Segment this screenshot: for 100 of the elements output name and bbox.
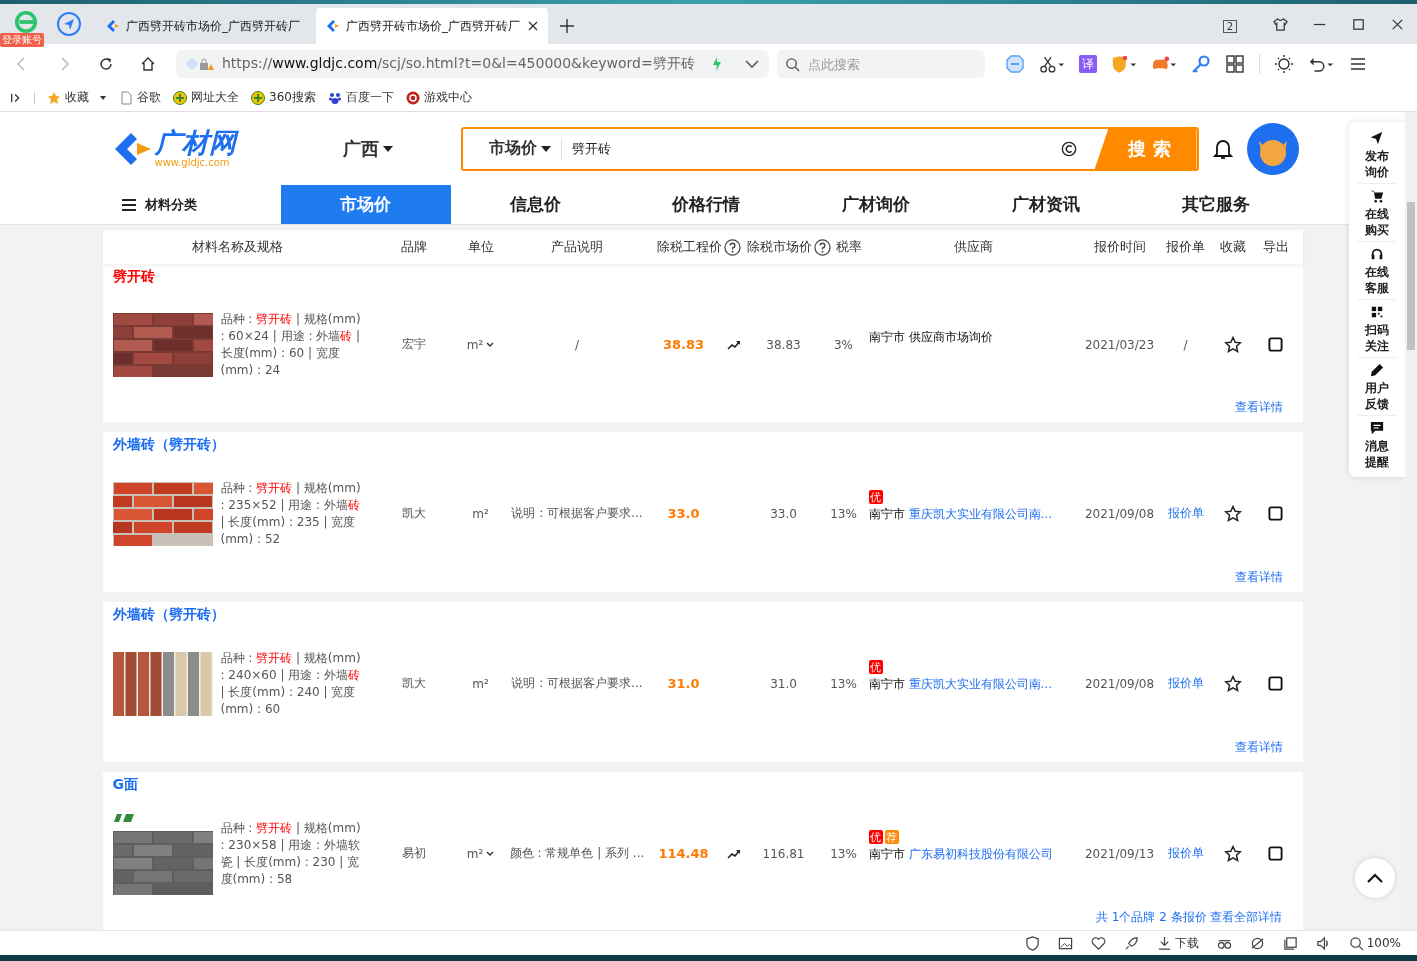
help-icon[interactable] — [813, 238, 831, 256]
bookmark[interactable]: 收藏 — [47, 89, 107, 106]
navigation-icon[interactable] — [56, 11, 82, 37]
close-icon[interactable] — [1390, 17, 1405, 32]
side-tool-button[interactable]: 消息提醒 — [1357, 416, 1397, 473]
browser-search-input[interactable]: 点此搜索 — [806, 55, 960, 73]
details-link[interactable]: 查看详情 — [1234, 739, 1283, 756]
export-checkbox[interactable] — [1268, 337, 1283, 352]
bookmark[interactable]: 游戏中心 — [405, 89, 472, 106]
image-icon[interactable] — [1057, 935, 1073, 951]
bookmark[interactable]: 谷歌 — [119, 89, 161, 106]
zoom-button[interactable]: 100% — [1348, 935, 1401, 951]
side-tool-button[interactable]: 发布询价 — [1357, 126, 1397, 184]
nav-tab[interactable]: 广材资讯 — [960, 185, 1131, 224]
side-tool-button[interactable]: 在线购买 — [1357, 184, 1397, 242]
maximize-icon[interactable] — [1351, 17, 1366, 32]
avatar[interactable] — [1246, 122, 1299, 175]
unit-dropdown[interactable]: m² — [466, 337, 495, 352]
details-link[interactable]: 查看详情 — [1234, 399, 1283, 416]
cart-icon[interactable] — [1370, 189, 1384, 203]
browser-search-field[interactable]: 点此搜索 — [777, 50, 985, 78]
menu-icon[interactable] — [120, 197, 137, 212]
tab-count[interactable]: 2 — [1222, 19, 1237, 33]
chevron-down-icon[interactable] — [745, 60, 759, 68]
nav-tab[interactable]: 信息价 — [450, 185, 621, 224]
material-title[interactable]: G面 — [102, 772, 148, 798]
favorite-star-icon[interactable] — [1224, 674, 1242, 693]
message-icon[interactable] — [1370, 421, 1384, 435]
side-tool-button[interactable]: 扫码关注 — [1357, 300, 1397, 358]
scissors-icon[interactable] — [1039, 54, 1065, 74]
details-link[interactable]: 共 1个品牌 2 条报价 查看全部详情 — [1095, 909, 1283, 926]
address-bar[interactable]: https://www.gldjc.com/scj/so.html?t=0&l=450000&keyword=劈开砖 — [176, 50, 769, 78]
reload-icon[interactable] — [98, 56, 114, 72]
caret-icon[interactable] — [382, 144, 393, 153]
scrollbar[interactable] — [1405, 112, 1417, 930]
supplier-link[interactable]: 重庆凯大实业有限公司南... — [908, 676, 1052, 693]
side-tool-button[interactable]: 在线客服 — [1357, 242, 1397, 300]
browser-tab[interactable]: 广西劈开砖市场价_广西劈开砖厂 — [96, 8, 316, 44]
translate-button[interactable]: 译 — [1079, 55, 1097, 73]
quote-link[interactable]: 报价单 — [1167, 845, 1204, 862]
sidebar-toggle-icon[interactable] — [10, 91, 22, 104]
nav-tab[interactable]: 材料分类 — [102, 185, 281, 224]
brightness-icon[interactable] — [1274, 54, 1294, 74]
quote-link[interactable]: 报价单 — [1167, 505, 1204, 522]
trend-icon[interactable] — [726, 339, 741, 350]
material-title[interactable]: 外墙砖（劈开砖） — [102, 602, 235, 628]
bookmark[interactable]: 网址大全 — [173, 89, 239, 106]
search-type-dropdown[interactable]: 市场价 — [462, 138, 562, 159]
export-checkbox[interactable] — [1268, 846, 1283, 861]
material-title[interactable]: 外墙砖（劈开砖） — [102, 432, 235, 458]
help-icon[interactable] — [723, 238, 741, 256]
speaker-icon[interactable] — [1315, 935, 1331, 951]
side-tool-button[interactable]: 用户反馈 — [1357, 358, 1397, 416]
headset-icon[interactable] — [1370, 247, 1384, 261]
download-button[interactable]: 下载 — [1156, 934, 1199, 952]
supplier-link[interactable]: 广东易初科技股份有限公司 — [908, 846, 1053, 863]
bookmark[interactable]: 百度一下 — [327, 89, 394, 106]
caret-icon[interactable] — [99, 93, 107, 102]
unit-dropdown[interactable]: m² — [466, 846, 495, 861]
download-icon[interactable] — [1156, 935, 1172, 951]
lock-warning-icon[interactable] — [186, 57, 214, 71]
grid-icon[interactable] — [1225, 54, 1245, 74]
window-icon[interactable] — [1282, 935, 1298, 951]
new-tab-icon[interactable] — [560, 19, 574, 33]
shirt-icon[interactable] — [1273, 17, 1288, 32]
zoom-icon[interactable] — [1348, 935, 1364, 951]
material-title[interactable]: 劈开砖 — [102, 264, 165, 290]
browser-engine-icon[interactable] — [1249, 935, 1265, 951]
trend-icon[interactable] — [726, 848, 741, 859]
favorite-star-icon[interactable] — [1224, 335, 1242, 354]
chevron-down-icon[interactable] — [486, 341, 495, 348]
export-checkbox[interactable] — [1268, 676, 1283, 691]
qr-icon[interactable] — [1370, 305, 1384, 319]
image-search-icon[interactable] — [1060, 140, 1077, 157]
ad-block-icon[interactable] — [1005, 54, 1025, 74]
nav-tab[interactable]: 其它服务 — [1130, 185, 1301, 224]
nav-tab[interactable]: 价格行情 — [620, 185, 791, 224]
search-icon[interactable] — [785, 56, 800, 72]
caret-icon[interactable] — [540, 144, 551, 153]
pen-icon[interactable] — [1370, 363, 1384, 377]
shield-icon[interactable] — [1024, 935, 1040, 951]
nav-tab[interactable]: 广材询价 — [790, 185, 961, 224]
chevron-up-icon[interactable] — [1367, 873, 1383, 883]
send-icon[interactable] — [1370, 131, 1384, 145]
key-icon[interactable] — [1191, 54, 1211, 74]
favorite-star-icon[interactable] — [1224, 504, 1242, 523]
quote-link[interactable]: 报价单 — [1167, 675, 1204, 692]
region-dropdown[interactable]: 广西 — [342, 136, 461, 161]
bookmark[interactable]: 360搜索 — [251, 89, 316, 106]
browser-logo-icon[interactable] — [14, 10, 38, 34]
details-link[interactable]: 查看详情 — [1234, 569, 1283, 586]
rocket-icon[interactable] — [1123, 935, 1139, 951]
search-bar[interactable]: 市场价 劈开砖 搜 索 — [460, 126, 1199, 171]
close-tab-icon[interactable] — [528, 21, 538, 31]
chevron-down-icon[interactable] — [486, 850, 495, 857]
favorite-star-icon[interactable] — [1224, 844, 1242, 863]
supplier-link[interactable]: 重庆凯大实业有限公司南... — [908, 506, 1052, 523]
nav-tab[interactable]: 市场价 — [280, 185, 451, 224]
home-icon[interactable] — [140, 56, 156, 72]
bell-icon[interactable] — [1212, 137, 1233, 160]
